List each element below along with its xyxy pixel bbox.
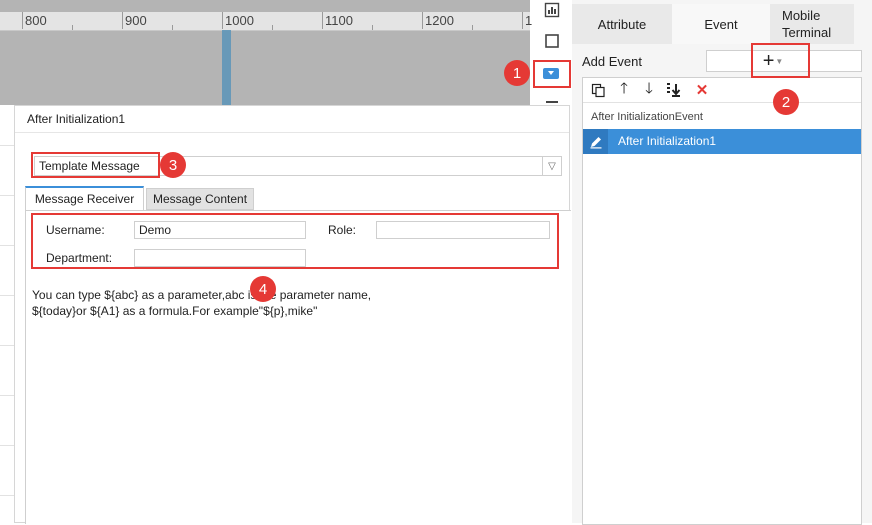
event-group-label: After InitializationEvent bbox=[591, 111, 703, 123]
dialog-title: After Initialization1 bbox=[27, 112, 126, 126]
edit-pencil-icon[interactable] bbox=[583, 129, 608, 154]
event-list-item[interactable]: After Initialization1 bbox=[583, 129, 861, 154]
help-text: You can type ${abc} as a parameter,abc i… bbox=[32, 288, 372, 318]
canvas-guide-line bbox=[222, 30, 231, 105]
divider bbox=[15, 132, 569, 133]
event-list: 🡑 🡓 ✕ After InitializationEvent After In… bbox=[582, 77, 862, 525]
ruler-label: 1000 bbox=[225, 13, 254, 28]
add-event-label: Add Event bbox=[582, 54, 642, 69]
chevron-down-icon[interactable]: ▽ bbox=[542, 157, 561, 175]
ruler-label: 1100 bbox=[325, 13, 353, 28]
copy-icon[interactable] bbox=[589, 81, 607, 99]
event-toolbar: 🡑 🡓 ✕ bbox=[583, 78, 861, 103]
move-bottom-icon[interactable] bbox=[665, 81, 683, 99]
tab-event[interactable]: Event bbox=[672, 4, 770, 44]
tab-message-receiver[interactable]: Message Receiver bbox=[25, 186, 144, 210]
arrow-down-icon[interactable]: 🡓 bbox=[640, 80, 658, 99]
annotation-box-4 bbox=[31, 213, 559, 269]
annotation-badge-1: 1 bbox=[504, 60, 530, 86]
ruler-label: 900 bbox=[125, 13, 147, 28]
annotation-badge-3: 3 bbox=[160, 152, 186, 178]
annotation-badge-2: 2 bbox=[773, 89, 799, 115]
frame-widget-icon[interactable] bbox=[542, 31, 562, 51]
ruler-label: 1200 bbox=[425, 13, 454, 28]
delete-icon[interactable]: ✕ bbox=[693, 81, 711, 99]
spreadsheet-grid-edge bbox=[0, 105, 14, 523]
horizontal-ruler: 800 900 1000 1100 1200 1 bbox=[0, 12, 532, 31]
tab-message-content[interactable]: Message Content bbox=[146, 188, 254, 210]
annotation-badge-4: 4 bbox=[250, 276, 276, 302]
ruler-label: 800 bbox=[25, 13, 47, 28]
tab-mobile-terminal[interactable]: Mobile Terminal bbox=[770, 4, 854, 44]
annotation-box-1 bbox=[533, 60, 571, 88]
annotation-box-3 bbox=[31, 152, 160, 178]
properties-panel: Attribute Event Mobile Terminal Add Even… bbox=[572, 0, 872, 525]
tab-attribute[interactable]: Attribute bbox=[572, 4, 672, 44]
panel-tabs: Attribute Event Mobile Terminal bbox=[572, 4, 872, 44]
chart-widget-icon[interactable] bbox=[542, 0, 562, 20]
arrow-up-icon[interactable]: 🡑 bbox=[615, 80, 633, 99]
annotation-box-2 bbox=[751, 43, 810, 78]
event-item-label: After Initialization1 bbox=[618, 134, 717, 148]
